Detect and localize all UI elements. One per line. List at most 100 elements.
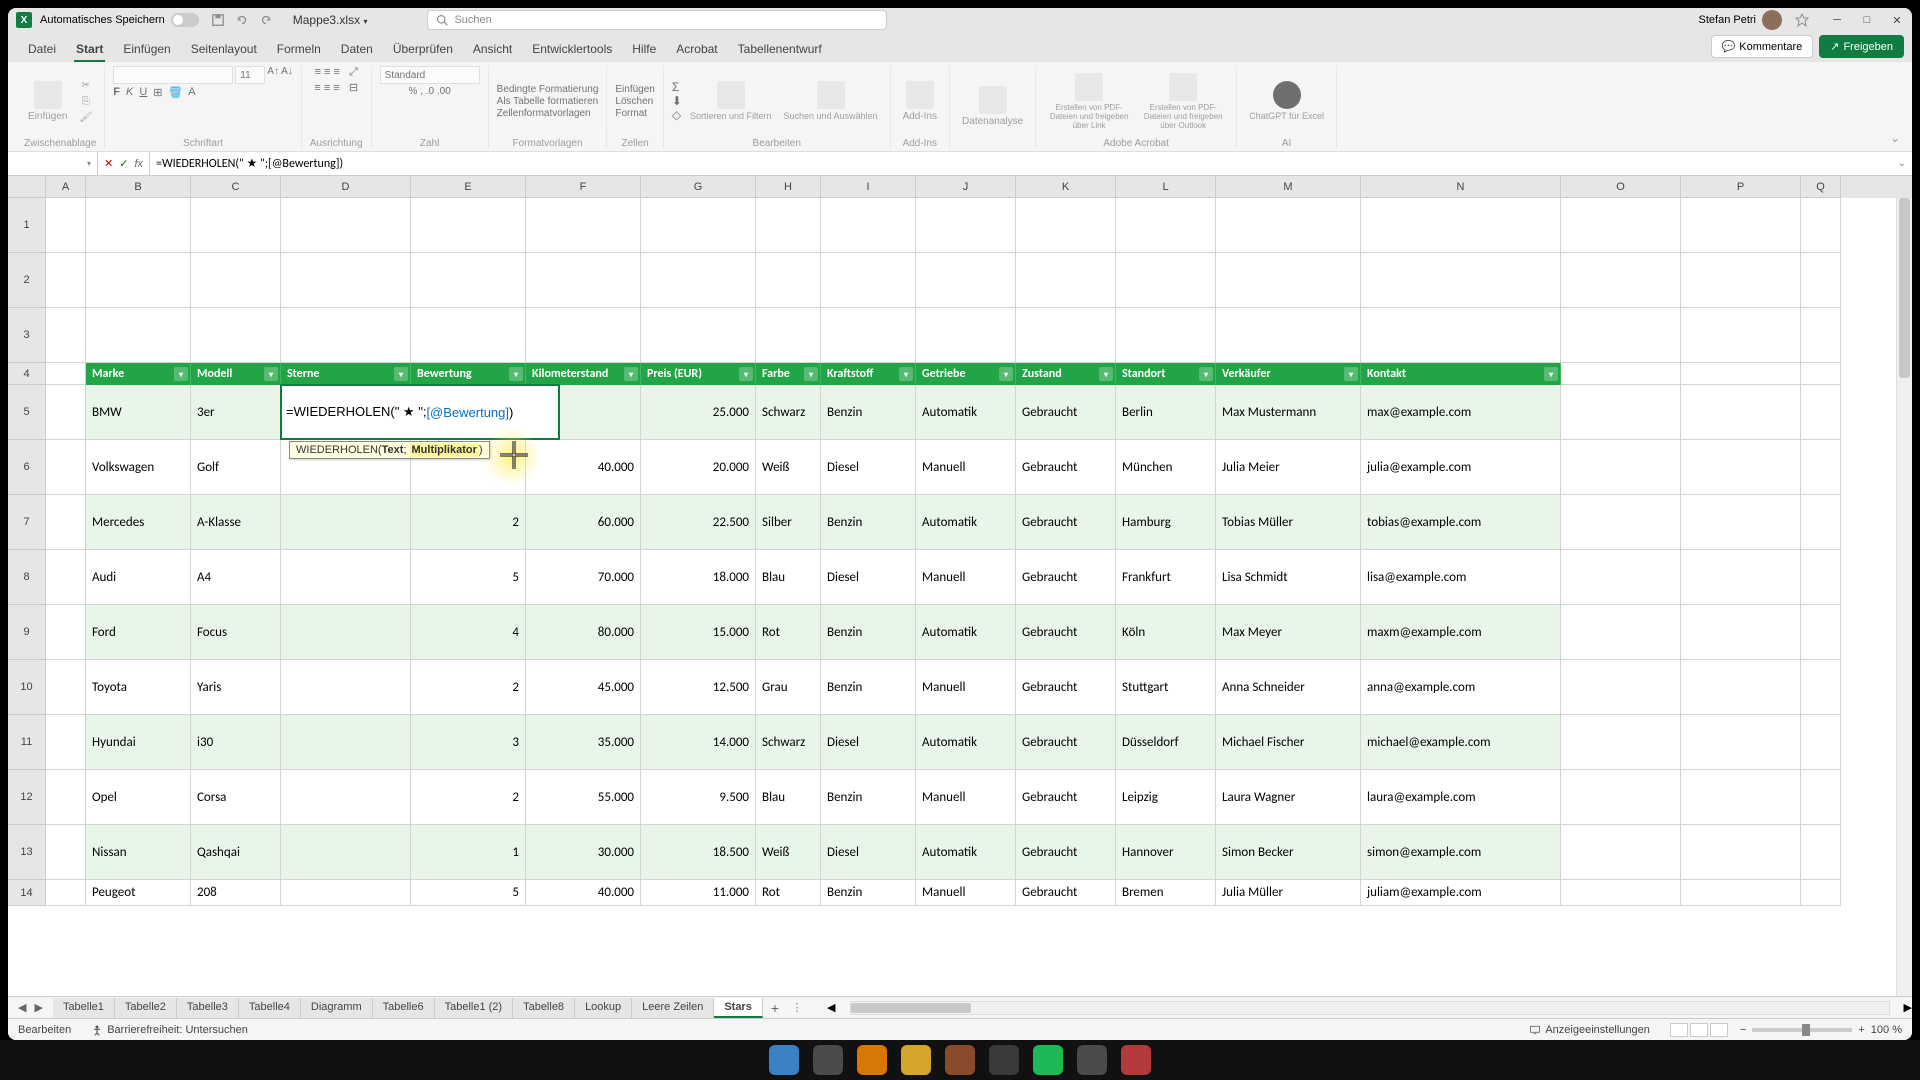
- cell-modell[interactable]: Yaris: [191, 660, 281, 715]
- cell-getriebe[interactable]: Automatik: [916, 715, 1016, 770]
- cell[interactable]: [281, 198, 411, 253]
- cell-styles-button[interactable]: Zellenformatvorlagen: [497, 108, 599, 119]
- tab-entwicklertools[interactable]: Entwicklertools: [522, 36, 622, 62]
- cell[interactable]: [1561, 363, 1681, 385]
- cell-getriebe[interactable]: Automatik: [916, 605, 1016, 660]
- save-icon[interactable]: [211, 13, 225, 27]
- cell-getriebe[interactable]: Manuell: [916, 880, 1016, 906]
- row-header[interactable]: 9: [8, 605, 46, 660]
- cell-preis[interactable]: 11.000: [641, 880, 756, 906]
- cell-kontakt[interactable]: simon@example.com: [1361, 825, 1561, 880]
- cell-bewertung[interactable]: 4: [411, 605, 526, 660]
- cell-zustand[interactable]: Gebraucht: [1016, 550, 1116, 605]
- format-as-table-button[interactable]: Als Tabelle formatieren: [497, 96, 599, 107]
- filter-icon[interactable]: ▾: [394, 367, 408, 381]
- cell-getriebe[interactable]: Automatik: [916, 495, 1016, 550]
- taskbar-app-2[interactable]: [813, 1045, 843, 1075]
- number-format-select[interactable]: [380, 66, 480, 84]
- cell-standort[interactable]: Leipzig: [1116, 770, 1216, 825]
- cell-bewertung[interactable]: 2: [411, 660, 526, 715]
- cell[interactable]: [756, 253, 821, 308]
- autosave-toggle[interactable]: Automatisches Speichern: [40, 13, 199, 27]
- cell-kraftstoff[interactable]: Benzin: [821, 605, 916, 660]
- cell-kontakt[interactable]: lisa@example.com: [1361, 550, 1561, 605]
- cell-modell[interactable]: Golf: [191, 440, 281, 495]
- cell-kraftstoff[interactable]: Diesel: [821, 715, 916, 770]
- cell-kontakt[interactable]: tobias@example.com: [1361, 495, 1561, 550]
- cell[interactable]: [411, 253, 526, 308]
- cell[interactable]: [1016, 253, 1116, 308]
- cell-km[interactable]: 55.000: [526, 770, 641, 825]
- cell[interactable]: [1561, 605, 1681, 660]
- cell-preis[interactable]: 18.000: [641, 550, 756, 605]
- filter-icon[interactable]: ▾: [804, 367, 818, 381]
- filter-icon[interactable]: ▾: [899, 367, 913, 381]
- cell-preis[interactable]: 12.500: [641, 660, 756, 715]
- search-input[interactable]: Suchen: [427, 10, 887, 30]
- cell-farbe[interactable]: Rot: [756, 605, 821, 660]
- cell[interactable]: [1681, 770, 1801, 825]
- cell[interactable]: [641, 198, 756, 253]
- maximize-button[interactable]: □: [1860, 13, 1874, 27]
- cell-sterne[interactable]: =WIEDERHOLEN(" ★ ";[@Bewertung])WIEDERHO…: [281, 385, 411, 440]
- cell-standort[interactable]: Düsseldorf: [1116, 715, 1216, 770]
- cell-modell[interactable]: A-Klasse: [191, 495, 281, 550]
- cell-verkaeufer[interactable]: Max Mustermann: [1216, 385, 1361, 440]
- cell-verkaeufer[interactable]: Julia Müller: [1216, 880, 1361, 906]
- cell-kontakt[interactable]: michael@example.com: [1361, 715, 1561, 770]
- sheet-tab[interactable]: Tabelle4: [239, 998, 301, 1018]
- cell-farbe[interactable]: Grau: [756, 660, 821, 715]
- sheet-tab[interactable]: Diagramm: [301, 998, 373, 1018]
- cell-bewertung[interactable]: 5: [411, 550, 526, 605]
- sheet-tab[interactable]: Tabelle1: [53, 998, 115, 1018]
- cell-modell[interactable]: Corsa: [191, 770, 281, 825]
- sheet-tab[interactable]: Tabelle1 (2): [435, 998, 513, 1018]
- font-name-input[interactable]: [113, 66, 233, 84]
- cell-zustand[interactable]: Gebraucht: [1016, 660, 1116, 715]
- tab-daten[interactable]: Daten: [331, 36, 383, 62]
- cell[interactable]: [1801, 825, 1841, 880]
- cell[interactable]: [1561, 253, 1681, 308]
- cell[interactable]: [1801, 495, 1841, 550]
- cell[interactable]: [191, 253, 281, 308]
- table-header-getriebe[interactable]: Getriebe▾: [916, 363, 1016, 385]
- cell-getriebe[interactable]: Manuell: [916, 440, 1016, 495]
- col-header-G[interactable]: G: [641, 176, 756, 198]
- cell-standort[interactable]: Hamburg: [1116, 495, 1216, 550]
- col-header-B[interactable]: B: [86, 176, 191, 198]
- cell-modell[interactable]: Focus: [191, 605, 281, 660]
- accessibility-status[interactable]: Barrierefreiheit: Untersuchen: [91, 1024, 248, 1036]
- acrobat-share-link-button[interactable]: Erstellen von PDF-Dateien und freigeben …: [1044, 71, 1134, 132]
- cell[interactable]: [1216, 308, 1361, 363]
- table-header-kontakt[interactable]: Kontakt▾: [1361, 363, 1561, 385]
- cell-modell[interactable]: i30: [191, 715, 281, 770]
- taskbar-app-1[interactable]: [769, 1045, 799, 1075]
- enter-formula-icon[interactable]: ✓: [119, 157, 128, 170]
- cell[interactable]: [1801, 715, 1841, 770]
- tab-start[interactable]: Start: [66, 36, 113, 62]
- vertical-scrollbar[interactable]: [1896, 198, 1912, 996]
- cell[interactable]: [1681, 715, 1801, 770]
- cell[interactable]: [46, 715, 86, 770]
- col-header-Q[interactable]: Q: [1801, 176, 1841, 198]
- cell[interactable]: [526, 308, 641, 363]
- sheet-tab[interactable]: Tabelle3: [177, 998, 239, 1018]
- tab-acrobat[interactable]: Acrobat: [666, 36, 727, 62]
- cell-marke[interactable]: Opel: [86, 770, 191, 825]
- page-layout-view-button[interactable]: [1690, 1023, 1708, 1037]
- cell[interactable]: [411, 308, 526, 363]
- cell-editor[interactable]: =WIEDERHOLEN(" ★ ";[@Bewertung]): [280, 384, 560, 440]
- cell-modell[interactable]: 3er: [191, 385, 281, 440]
- cell-getriebe[interactable]: Manuell: [916, 660, 1016, 715]
- close-button[interactable]: ✕: [1890, 13, 1904, 27]
- share-button[interactable]: ↗ Freigeben: [1819, 35, 1904, 58]
- cell[interactable]: [641, 308, 756, 363]
- border-icon[interactable]: ⊞: [153, 86, 162, 99]
- cell-getriebe[interactable]: Automatik: [916, 825, 1016, 880]
- taskbar-app-5[interactable]: [945, 1045, 975, 1075]
- cell[interactable]: [46, 308, 86, 363]
- cell[interactable]: [1801, 880, 1841, 906]
- cell[interactable]: [1116, 198, 1216, 253]
- table-header-preiseur[interactable]: Preis (EUR)▾: [641, 363, 756, 385]
- row-header[interactable]: 3: [8, 308, 46, 363]
